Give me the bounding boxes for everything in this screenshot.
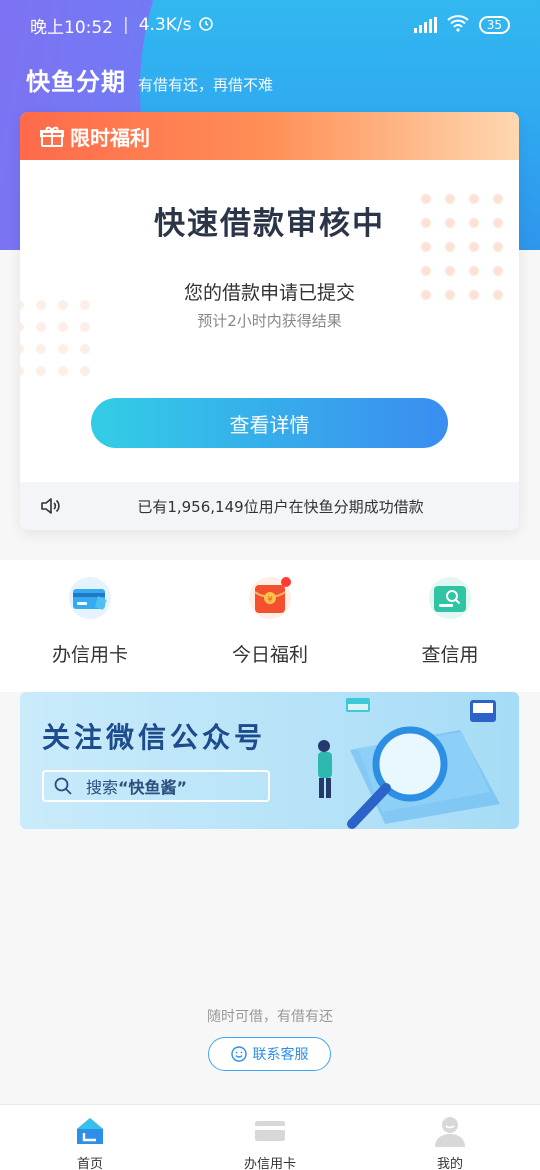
quick-entry-daily-benefit[interactable]: ¥ 今日福利 [180, 560, 360, 692]
success-notice-text: 已有1,956,149位用户在快鱼分期成功借款 [137, 497, 424, 516]
view-details-button[interactable]: 查看详情 [91, 398, 448, 448]
quick-entry-label: 查信用 [421, 644, 479, 666]
tab-mine[interactable]: 我的 [360, 1105, 540, 1170]
signal-icon [413, 17, 437, 33]
review-status-heading: 快速借款审核中 [154, 206, 385, 242]
banner-search-keyword: “快鱼酱” [118, 778, 188, 797]
network-speed: 4.3K/s [138, 15, 192, 35]
quick-entry-credit-check[interactable]: 查信用 [360, 560, 540, 692]
app-slogan: 有借有还，再借不难 [138, 76, 274, 94]
contact-service-label: 联系客服 [252, 1047, 309, 1063]
banner-title: 关注微信公众号 [42, 721, 267, 754]
banner-search-prefix: 搜索 [86, 778, 119, 797]
status-bar: 晚上10:52 | 4.3K/s 35 [0, 0, 540, 50]
speaker-icon [40, 496, 62, 516]
success-notice-bar: 已有1,956,149位用户在快鱼分期成功借款 [20, 482, 519, 530]
tab-label: 首页 [76, 1157, 103, 1170]
magnifier-illustration-icon [318, 698, 500, 829]
wechat-follow-banner[interactable]: 关注微信公众号 搜索 “快鱼酱” [20, 692, 519, 829]
quick-entry-label: 今日福利 [231, 644, 308, 666]
battery-indicator: 35 [478, 16, 510, 34]
svg-text:¥: ¥ [267, 595, 272, 604]
tab-credit-card[interactable]: 办信用卡 [180, 1105, 360, 1170]
expected-result-text: 预计2小时内获得结果 [197, 312, 342, 330]
gift-icon [40, 125, 64, 147]
quick-entry-row: 办信用卡 ¥ 今日福利 查信用 [0, 560, 540, 692]
status-time: 晚上10:52 [30, 17, 113, 38]
alarm-icon [198, 15, 214, 36]
credit-card-icon [68, 576, 112, 620]
bottom-tab-bar: 首页 办信用卡 我的 [0, 1104, 540, 1170]
user-icon [434, 1115, 466, 1147]
card-icon [254, 1115, 286, 1147]
quick-entry-credit-card[interactable]: 办信用卡 [0, 560, 180, 692]
wifi-icon [447, 14, 469, 37]
loan-status-card: 限时福利 快速借款审核中 您的借款申请已提交 预计2小时内获得结果 查看详情 已… [20, 112, 519, 530]
app-title: 快鱼分期 [26, 68, 126, 96]
application-submitted-text: 您的借款申请已提交 [183, 282, 355, 304]
tab-label: 我的 [436, 1157, 463, 1170]
quick-entry-label: 办信用卡 [51, 644, 128, 666]
limited-offer-ribbon: 限时福利 [20, 112, 519, 160]
red-envelope-icon: ¥ [248, 576, 292, 620]
banner-search-box: 搜索 “快鱼酱” [42, 770, 270, 802]
search-icon [54, 777, 72, 795]
tab-home[interactable]: 首页 [0, 1105, 180, 1170]
smile-chat-icon [230, 1046, 247, 1062]
footer-slogan: 随时可借，有借有还 [207, 1009, 333, 1025]
contact-service-button[interactable]: 联系客服 [208, 1037, 331, 1071]
ribbon-label: 限时福利 [70, 125, 150, 150]
credit-check-icon [428, 576, 472, 620]
tab-label: 办信用卡 [243, 1157, 296, 1170]
home-icon [74, 1115, 106, 1147]
app-header: 快鱼分期 有借有还，再借不难 [26, 62, 273, 97]
